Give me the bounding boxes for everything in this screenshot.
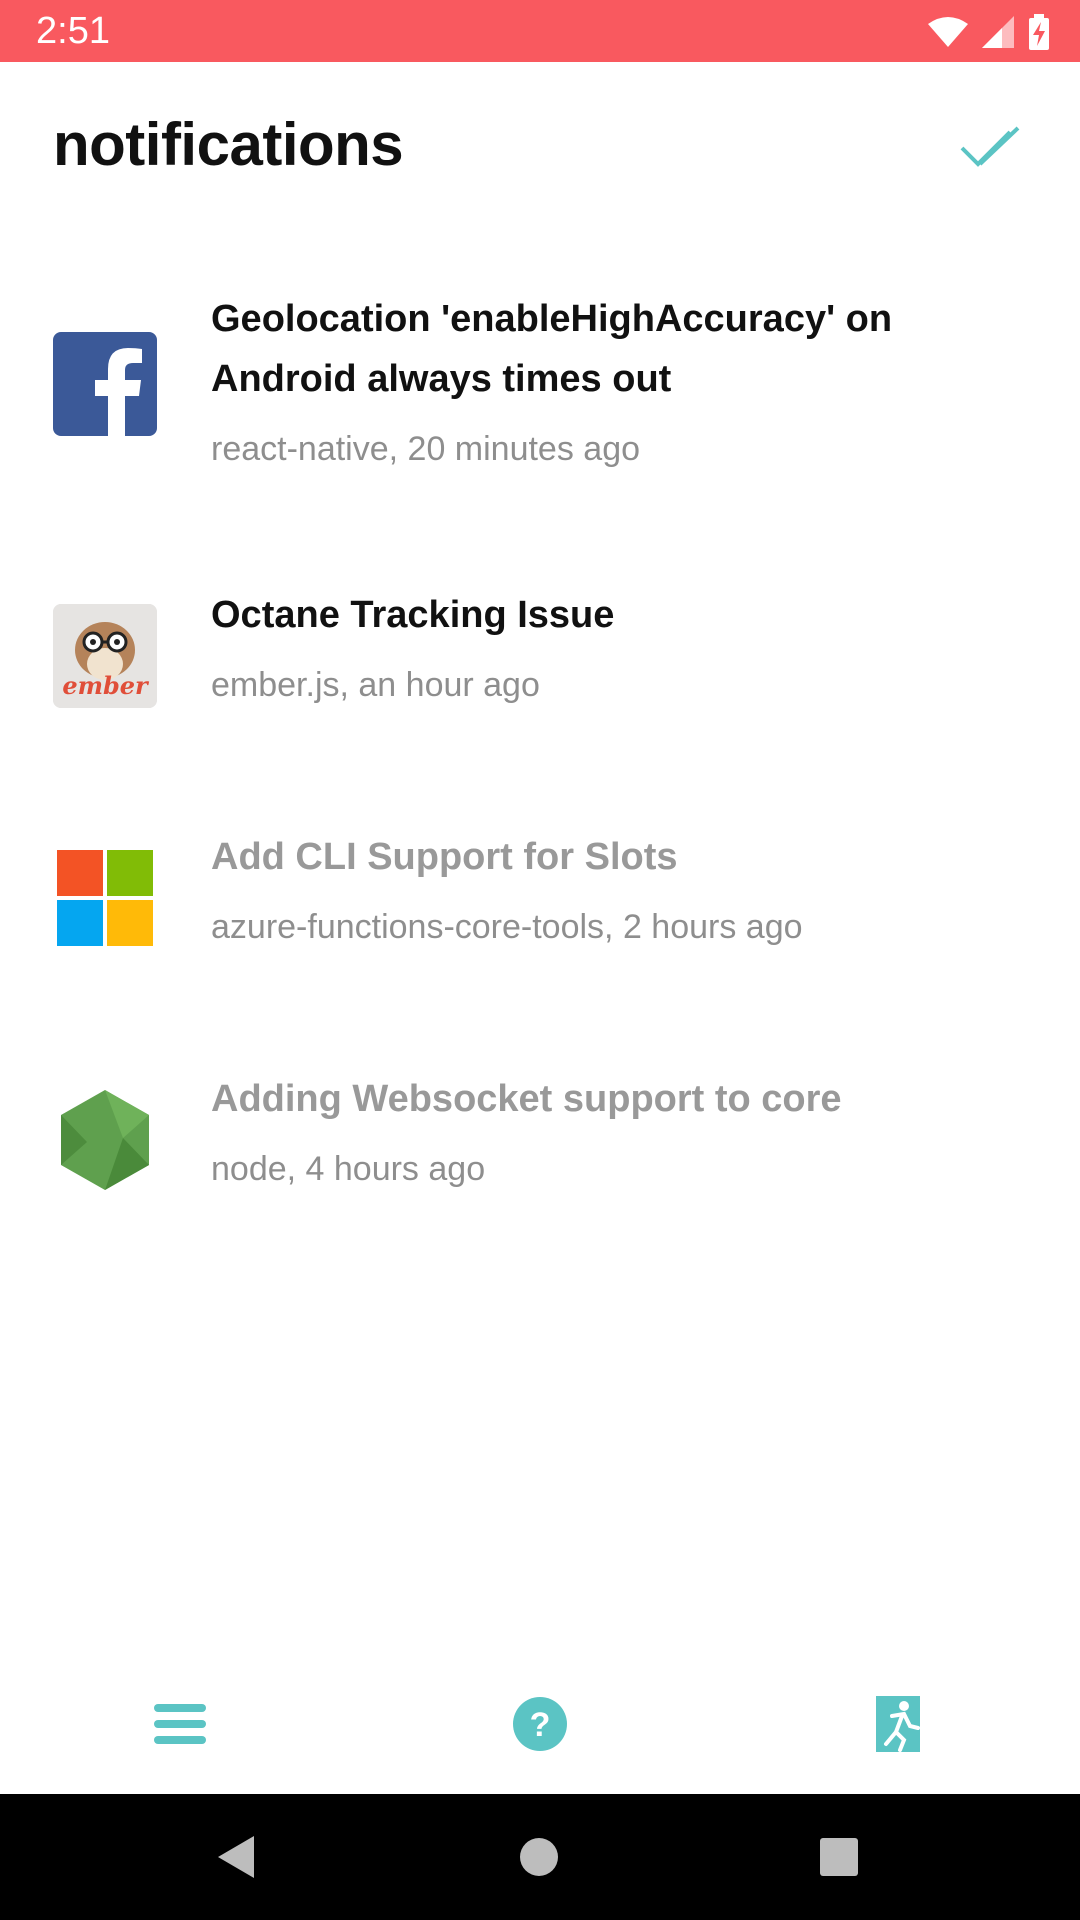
notification-title: Octane Tracking Issue bbox=[211, 594, 615, 636]
notification-meta: ember.js, an hour ago bbox=[211, 666, 540, 704]
nodejs-logo-icon bbox=[53, 1088, 157, 1192]
app-header: notifications bbox=[0, 62, 1080, 227]
exit-icon bbox=[876, 1696, 920, 1752]
wifi-icon bbox=[928, 17, 968, 47]
menu-icon bbox=[154, 1704, 206, 1744]
status-icons bbox=[928, 12, 1050, 52]
svg-text:?: ? bbox=[530, 1706, 551, 1744]
battery-charging-icon bbox=[1029, 14, 1049, 50]
help-icon: ? bbox=[513, 1697, 567, 1751]
system-nav-bar bbox=[0, 1794, 1080, 1920]
notification-title: Add CLI Support for Slots bbox=[211, 836, 678, 878]
microsoft-logo-icon bbox=[53, 846, 157, 950]
cell-signal-icon bbox=[982, 16, 1014, 48]
home-button[interactable] bbox=[516, 1834, 562, 1880]
notification-item[interactable]: Adding Websocket support to core node, 4… bbox=[0, 1049, 1080, 1229]
mark-all-read-button[interactable] bbox=[958, 124, 1030, 174]
menu-button[interactable] bbox=[150, 1694, 210, 1754]
exit-button[interactable] bbox=[868, 1694, 928, 1754]
notification-meta: node, 4 hours ago bbox=[211, 1150, 486, 1188]
notification-item[interactable]: ember Octane Tracking Issue ember.js, an… bbox=[0, 565, 1080, 745]
facebook-logo-icon bbox=[53, 332, 157, 436]
notification-meta: react-native, 20 minutes ago bbox=[211, 430, 641, 468]
notification-item[interactable]: Add CLI Support for Slots azure-function… bbox=[0, 807, 1080, 987]
back-button[interactable] bbox=[214, 1834, 260, 1880]
ember-logo-icon: ember bbox=[53, 604, 157, 708]
help-button[interactable]: ? bbox=[510, 1694, 570, 1754]
status-time: 2:51 bbox=[36, 10, 110, 52]
notification-meta: azure-functions-core-tools, 2 hours ago bbox=[211, 908, 803, 946]
recents-button[interactable] bbox=[816, 1834, 862, 1880]
bottom-nav: ? bbox=[0, 1668, 1080, 1778]
recents-square-icon bbox=[820, 1838, 858, 1876]
page-title: notifications bbox=[53, 111, 404, 178]
home-circle-icon bbox=[520, 1838, 558, 1876]
notification-title: Geolocation 'enableHighAccuracy' on Andr… bbox=[211, 298, 893, 400]
back-triangle-icon bbox=[218, 1836, 254, 1878]
status-bar: 2:51 bbox=[0, 0, 1080, 62]
double-check-icon bbox=[960, 126, 1020, 167]
notification-title: Adding Websocket support to core bbox=[211, 1078, 842, 1120]
notification-item[interactable]: Geolocation 'enableHighAccuracy' on Andr… bbox=[0, 265, 1080, 515]
svg-text:ember: ember bbox=[62, 671, 150, 700]
